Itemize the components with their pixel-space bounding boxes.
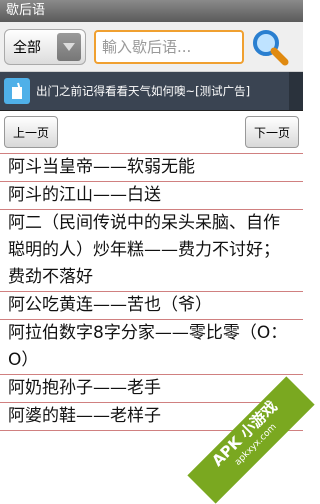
saying-list: 阿斗当皇帝——软弱无能 阿斗的江山——白送 阿二（民间传说中的呆头呆脑、自作聪明… <box>0 153 303 431</box>
category-label: 全部 <box>13 39 41 56</box>
list-item[interactable]: 阿斗当皇帝——软弱无能 <box>0 154 303 182</box>
drink-icon <box>4 78 30 104</box>
prev-page-button[interactable]: 上一页 <box>4 116 59 148</box>
search-button[interactable] <box>250 27 290 67</box>
list-item[interactable]: 阿奶抱孙子——老手 <box>0 375 303 403</box>
list-item[interactable]: 阿二（民间传说中的呆头呆脑、自作聪明的人）炒年糕——费力不讨好；费劲不落好 <box>0 210 303 292</box>
pager: 上一页 下一页 <box>0 111 303 153</box>
app-title: 歇后语 <box>6 3 46 18</box>
list-item[interactable]: 阿斗的江山——白送 <box>0 182 303 210</box>
search-icon <box>253 29 289 65</box>
app-title-bar: 歇后语 <box>0 0 303 22</box>
ad-banner[interactable]: 出门之前记得看看天气如何噢~[测试广告] <box>0 72 303 111</box>
ad-text: 出门之前记得看看天气如何噢~[测试广告] <box>36 84 251 98</box>
list-item[interactable]: 阿公吃黄连——苦也（爷） <box>0 292 303 320</box>
search-row: 全部 <box>0 22 303 72</box>
next-page-button[interactable]: 下一页 <box>244 116 299 148</box>
list-item[interactable]: 阿拉伯数字8字分家——零比零（O：O） <box>0 320 303 375</box>
search-input[interactable] <box>94 29 244 64</box>
category-dropdown[interactable]: 全部 <box>4 28 86 65</box>
chevron-down-icon <box>57 32 81 61</box>
ad-side-tag <box>289 72 303 110</box>
